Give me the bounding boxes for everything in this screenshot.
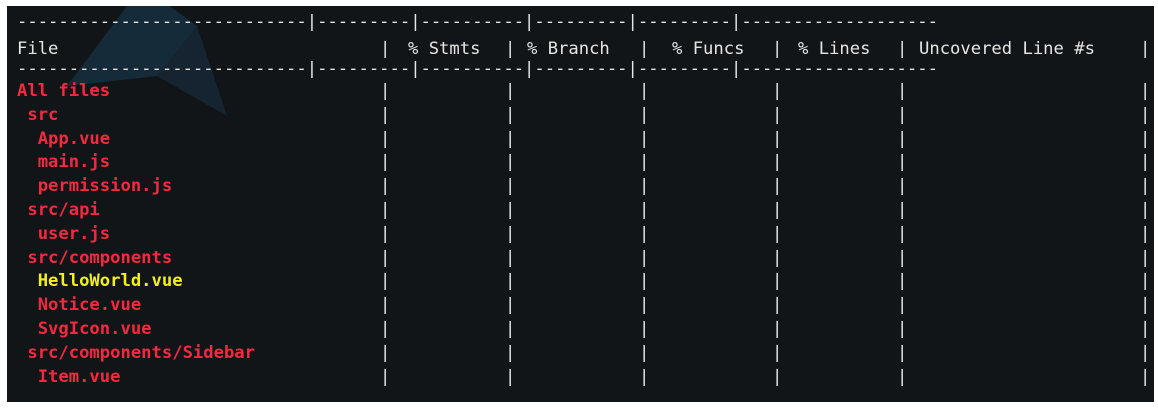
- file-name: Item.vue: [17, 366, 121, 387]
- terminal-window: ----------------------------|---------|-…: [7, 6, 1154, 402]
- file-name: App.vue: [17, 128, 111, 149]
- file-name: src/api: [17, 200, 100, 220]
- file-name: permission.js: [17, 176, 173, 197]
- table-header-separator: ----------------------------|---------|-…: [17, 59, 938, 79]
- header-file: File: [17, 39, 59, 59]
- header-branch: % Branch: [527, 39, 610, 59]
- header-stmts: % Stmts: [408, 39, 481, 59]
- file-name: SvgIcon.vue: [17, 319, 152, 339]
- file-name: All files: [17, 81, 111, 101]
- file-name: src: [17, 104, 59, 125]
- header-lines: % Lines: [798, 39, 871, 59]
- file-name: src/components: [17, 247, 173, 268]
- coverage-header-row: File | % Stmts | % Branch | % Funcs | % …: [17, 39, 1151, 59]
- file-name: main.js: [17, 152, 111, 173]
- header-funcs: % Funcs: [672, 39, 745, 59]
- file-name: HelloWorld.vue: [17, 271, 183, 292]
- table-border-top: ----------------------------|---------|-…: [17, 12, 938, 32]
- header-uncovered: Uncovered Line #s: [919, 39, 1095, 59]
- file-name: src/components/Sidebar: [17, 342, 255, 363]
- file-name: Notice.vue: [17, 295, 142, 316]
- file-name: user.js: [17, 223, 111, 244]
